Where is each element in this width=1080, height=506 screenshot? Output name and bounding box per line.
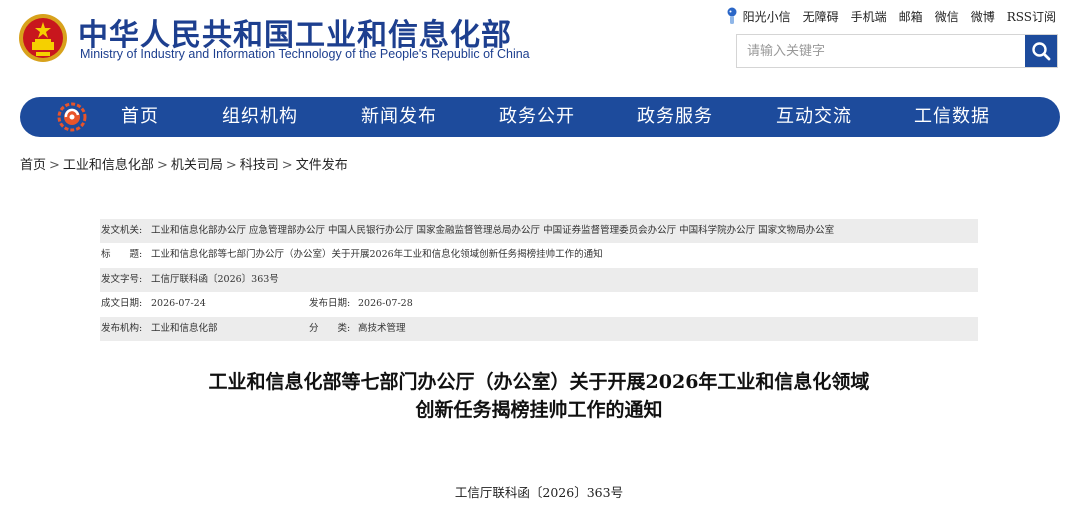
category-label: 分 类: xyxy=(309,322,351,334)
document-info-table: 发文机关: 工业和信息化部办公厅 应急管理部办公厅 中国人民银行办公厅 国家金融… xyxy=(100,219,978,341)
info-row-org: 发布机构: 工业和信息化部 分 类: 高技术管理 xyxy=(100,316,978,341)
breadcrumb-tech-dept[interactable]: 科技司 xyxy=(240,158,279,173)
top-links: 阳光小信 无障碍 手机端 邮箱 微信 微博 RSS订阅 xyxy=(725,7,1056,25)
nav-government-affairs[interactable]: 政务公开 xyxy=(499,97,575,137)
org-value: 工业和信息化部 xyxy=(151,322,218,334)
document-title-line1: 工业和信息化部等七部门办公厅（办公室）关于开展2026年工业和信息化领域 xyxy=(208,371,870,393)
info-row-issuer: 发文机关: 工业和信息化部办公厅 应急管理部办公厅 中国人民银行办公厅 国家金融… xyxy=(100,219,978,244)
info-row-title: 标 题: 工业和信息化部等七部门办公厅（办公室）关于开展2026年工业和信息化领… xyxy=(100,243,978,267)
nav-data[interactable]: 工信数据 xyxy=(914,97,990,137)
top-link-accessibility[interactable]: 无障碍 xyxy=(803,8,839,25)
publish-date-label: 发布日期: xyxy=(309,298,351,310)
top-link-mobile[interactable]: 手机端 xyxy=(851,8,887,25)
document-number: 工信厅联科函〔2026〕363号 xyxy=(454,485,624,500)
breadcrumb: 首页 > 工业和信息化部 > 机关司局 > 科技司 > 文件发布 xyxy=(20,158,348,173)
number-label: 发文字号: xyxy=(101,273,143,285)
search-box xyxy=(736,34,1058,68)
search-input[interactable] xyxy=(737,35,1025,67)
category-value: 高技术管理 xyxy=(358,322,406,334)
main-nav: 首页 组织机构 新闻发布 政务公开 政务服务 互动交流 工信数据 xyxy=(20,97,1060,137)
document-title-line2: 创新任务揭榜挂帅工作的通知 xyxy=(415,399,663,421)
breadcrumb-documents[interactable]: 文件发布 xyxy=(296,158,348,173)
breadcrumb-departments[interactable]: 机关司局 xyxy=(171,158,223,173)
search-icon xyxy=(1032,42,1051,61)
nav-home[interactable]: 首页 xyxy=(121,97,159,137)
info-row-number: 发文字号: 工信厅联科函〔2026〕363号 xyxy=(100,267,978,293)
org-label: 发布机构: xyxy=(101,322,143,334)
issuer-value: 工业和信息化部办公厅 应急管理部办公厅 中国人民银行办公厅 国家金融监督管理总局… xyxy=(151,225,835,236)
nav-interaction[interactable]: 互动交流 xyxy=(776,97,852,137)
top-link-sunshine[interactable]: 阳光小信 xyxy=(725,7,791,25)
national-emblem-icon xyxy=(19,14,67,62)
publish-date-value: 2026-07-28 xyxy=(358,298,413,310)
mascot-icon xyxy=(727,7,737,24)
nav-news[interactable]: 新闻发布 xyxy=(361,97,437,137)
top-link-rss[interactable]: RSS订阅 xyxy=(1007,8,1056,25)
issuer-label: 发文机关: xyxy=(101,225,143,236)
document-title: 工业和信息化部等七部门办公厅（办公室）关于开展2026年工业和信息化领域 创新任… xyxy=(100,368,978,424)
site-logo[interactable]: 中华人民共和国工业和信息化部 Ministry of Industry and … xyxy=(18,8,530,68)
title-value: 工业和信息化部等七部门办公厅（办公室）关于开展2026年工业和信息化领域创新任务… xyxy=(151,249,603,261)
nav-government-services[interactable]: 政务服务 xyxy=(637,97,713,137)
top-link-wechat[interactable]: 微信 xyxy=(935,8,959,25)
top-link-mail[interactable]: 邮箱 xyxy=(899,8,923,25)
search-button[interactable] xyxy=(1025,35,1057,67)
title-label: 标 题: xyxy=(101,249,143,261)
breadcrumb-ministry[interactable]: 工业和信息化部 xyxy=(63,158,154,173)
breadcrumb-home[interactable]: 首页 xyxy=(20,158,46,173)
date-value: 2026-07-24 xyxy=(151,298,206,310)
date-label: 成文日期: xyxy=(101,298,143,310)
info-row-dates: 成文日期: 2026-07-24 发布日期: 2026-07-28 xyxy=(100,292,978,316)
site-subtitle: Ministry of Industry and Information Tec… xyxy=(80,47,530,61)
nav-organization[interactable]: 组织机构 xyxy=(222,97,298,137)
ministry-logo-icon xyxy=(57,102,87,132)
top-link-weibo[interactable]: 微博 xyxy=(971,8,995,25)
number-value: 工信厅联科函〔2026〕363号 xyxy=(151,273,279,285)
